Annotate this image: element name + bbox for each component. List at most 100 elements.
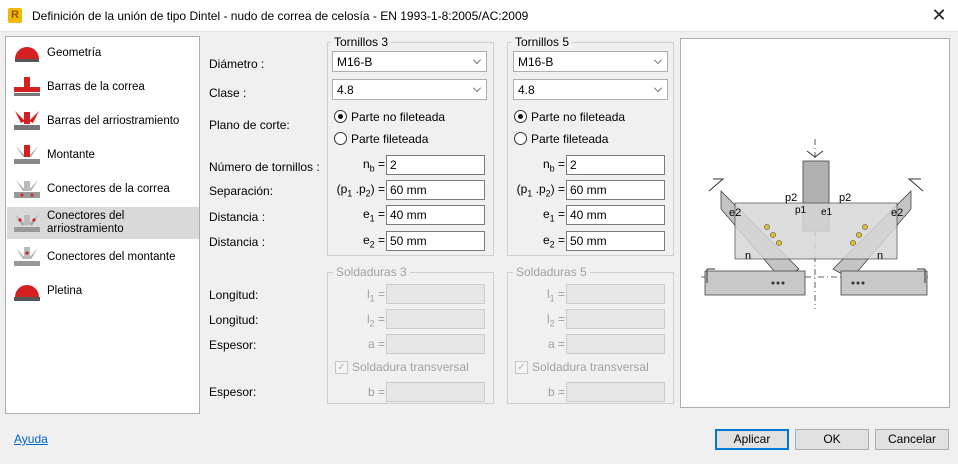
bolt [856, 232, 862, 238]
sidebar-item-label: Barras de la correa [47, 80, 145, 93]
welds5-b-input[interactable] [566, 382, 665, 402]
welds3-l1-input[interactable] [386, 284, 485, 304]
bolts5-nb-symbol: nb = [530, 157, 565, 173]
sidebar: Geometría Barras de la correa Barras del… [5, 36, 200, 414]
bolts3-e2-input[interactable]: 50 mm [386, 231, 485, 251]
sidebar-item-chord-connectors[interactable]: Conectores de la correa [7, 173, 199, 205]
dim-p2-right: p2 [839, 192, 851, 204]
symbol-text: ) = [550, 182, 565, 196]
bolts5-e2-symbol: e2 = [530, 233, 565, 249]
title-bar: R Definición de la unión de tipo Dintel … [0, 0, 958, 32]
symbol-eq: = [377, 233, 385, 247]
bolts5-p-input[interactable]: 60 mm [566, 180, 665, 200]
bolts5-diameter-select[interactable]: M16-B [513, 51, 668, 72]
ok-button[interactable]: OK [795, 429, 869, 450]
welds5-l1-symbol: l1 = [520, 287, 565, 303]
cancel-button[interactable]: Cancelar [875, 429, 949, 450]
welds3-a-input[interactable] [386, 334, 485, 354]
dim-e1: e1 [821, 207, 833, 218]
bolts5-threaded-label: Parte fileteada [531, 132, 609, 146]
welds5-l2-input[interactable] [566, 309, 665, 329]
gusset-plate [734, 202, 898, 260]
symbol-text: n [362, 157, 370, 171]
chord-bars-icon [14, 77, 40, 96]
post-connectors-icon [14, 247, 40, 266]
welds5-a-symbol: a = [547, 337, 565, 351]
sidebar-item-label: Geometría [47, 46, 102, 59]
bolt-count-label: Número de tornillos : [209, 160, 320, 174]
welds3-l1-symbol: l1 = [340, 287, 385, 303]
bolts3-title: Tornillos 3 [331, 35, 392, 49]
welds3-l2-input[interactable] [386, 309, 485, 329]
sidebar-item-plate[interactable]: Pletina [7, 275, 199, 307]
bolts5-title: Tornillos 5 [512, 35, 573, 49]
bolts5-threaded-radio[interactable] [514, 132, 527, 145]
chevron-down-icon [473, 84, 481, 92]
distance-e1-label: Distancia : [209, 210, 266, 224]
bolts3-nb-input[interactable]: 2 [386, 155, 485, 175]
bolt [850, 240, 856, 246]
bolts3-p-symbol: (p1 .p2) = [328, 182, 385, 198]
diameter-label: Diámetro : [209, 57, 265, 71]
symbol-eq: = [557, 312, 565, 326]
symbol-sub: 1 [549, 213, 555, 224]
symbol-text: .p [532, 182, 546, 196]
welds5-l2-symbol: l2 = [520, 312, 565, 328]
symbol-eq: = [557, 207, 565, 221]
help-link[interactable]: Ayuda [14, 432, 48, 446]
bolts3-unthreaded-radio[interactable] [334, 110, 347, 123]
welds3-transverse-checkbox[interactable]: ✓ [335, 361, 348, 374]
bolts3-e1-input[interactable]: 40 mm [386, 205, 485, 225]
bolts3-threaded-radio[interactable] [334, 132, 347, 145]
bolts3-threaded-label: Parte fileteada [351, 132, 429, 146]
bolts5-e1-input[interactable]: 40 mm [566, 205, 665, 225]
sidebar-item-bracing-connectors[interactable]: Conectores del arriostramiento [7, 207, 199, 239]
bolts5-p-symbol: (p1 .p2) = [508, 182, 565, 198]
symbol-eq: = [377, 312, 385, 326]
bolts5-unthreaded-radio[interactable] [514, 110, 527, 123]
welds5-transverse-label: Soldadura transversal [532, 360, 649, 374]
bolts3-class-value: 4.8 [337, 83, 354, 97]
apply-button[interactable]: Aplicar [715, 429, 789, 450]
symbol-eq: = [377, 157, 385, 171]
sidebar-item-post[interactable]: Montante [7, 139, 199, 171]
dim-p1: p1 [795, 205, 807, 216]
close-icon[interactable]: ✕ [928, 4, 950, 26]
welds5-b-symbol: b = [547, 385, 565, 399]
class-label: Clase : [209, 86, 247, 100]
welds5-a-input[interactable] [566, 334, 665, 354]
symbol-text: ) = [370, 182, 385, 196]
bolts5-e2-input[interactable]: 50 mm [566, 231, 665, 251]
symbol-text: e [362, 233, 370, 247]
sidebar-item-chord-bars[interactable]: Barras de la correa [7, 71, 199, 103]
sidebar-item-geometry[interactable]: Geometría [7, 37, 199, 69]
bolts3-diameter-select[interactable]: M16-B [332, 51, 487, 72]
welds5-transverse-checkbox[interactable]: ✓ [515, 361, 528, 374]
sidebar-item-bracing-bars[interactable]: Barras del arriostramiento [7, 105, 199, 137]
bolts5-class-select[interactable]: 4.8 [513, 79, 668, 100]
post-icon [14, 145, 40, 164]
sidebar-item-post-connectors[interactable]: Conectores del montante [7, 241, 199, 273]
symbol-sub: 1 [549, 293, 555, 304]
connection-drawing: p2 p2 p1 e2 e2 e1 n n [680, 38, 950, 408]
bolt [770, 232, 776, 238]
sidebar-item-label: Conectores del arriostramiento [47, 210, 125, 235]
shear-plane-label: Plano de corte: [209, 118, 290, 132]
plate-icon [14, 285, 40, 301]
label-n-left: n [745, 250, 751, 262]
bolts3-class-select[interactable]: 4.8 [332, 79, 487, 100]
dim-e2-left: e2 [729, 207, 741, 219]
welds3-l2-symbol: l2 = [340, 312, 385, 328]
sidebar-item-label: Barras del arriostramiento [47, 114, 180, 127]
welds5-l1-input[interactable] [566, 284, 665, 304]
welds3-b-input[interactable] [386, 382, 485, 402]
bracing-bars-icon [14, 111, 40, 130]
welds3-transverse-label: Soldadura transversal [352, 360, 469, 374]
welds3-a-symbol: a = [367, 337, 385, 351]
bolts5-nb-input[interactable]: 2 [566, 155, 665, 175]
bolts3-p-input[interactable]: 60 mm [386, 180, 485, 200]
symbol-eq: = [377, 207, 385, 221]
symbol-sub: b [369, 163, 375, 174]
bolts5-unthreaded-label: Parte no fileteada [531, 110, 626, 124]
symbol-text: e [362, 207, 370, 221]
